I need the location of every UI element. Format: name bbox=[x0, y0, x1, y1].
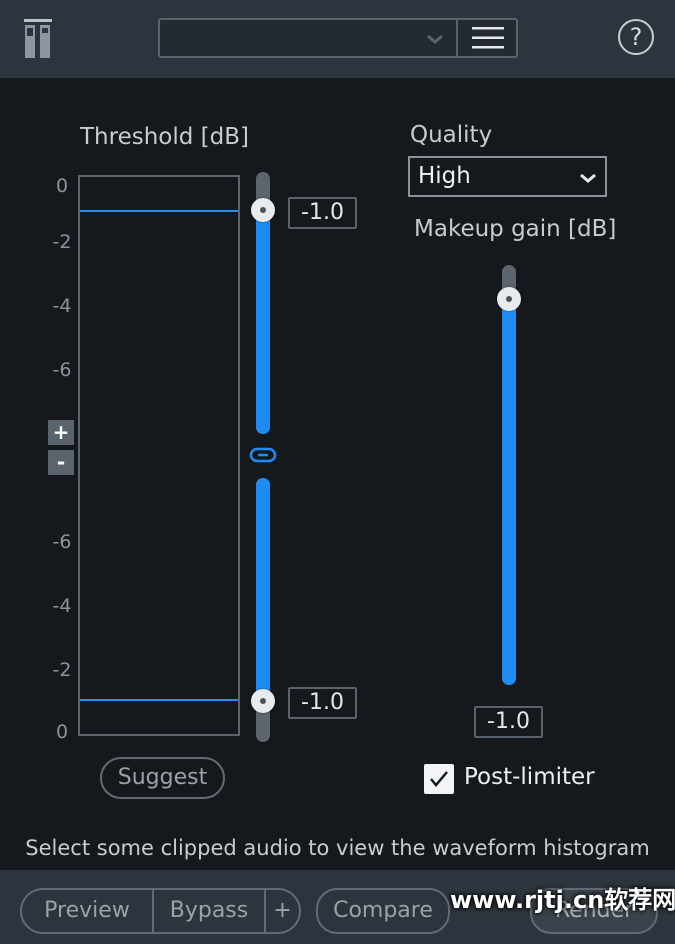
tick-label: -4 bbox=[52, 595, 72, 617]
add-button[interactable]: + bbox=[266, 888, 299, 934]
histogram-hint: Select some clipped audio to view the wa… bbox=[25, 836, 650, 860]
watermark: www.rjtj.cn软荐网 bbox=[450, 886, 675, 914]
quality-selected-value: High bbox=[418, 163, 471, 189]
preview-button[interactable]: Preview bbox=[22, 888, 152, 934]
post-limiter-label[interactable]: Post-limiter bbox=[464, 764, 595, 790]
menu-icon[interactable] bbox=[472, 27, 504, 49]
suggest-button[interactable]: Suggest bbox=[100, 757, 225, 799]
preset-divider bbox=[456, 18, 458, 58]
upper-threshold-line bbox=[80, 210, 238, 212]
preset-dropdown[interactable] bbox=[158, 18, 518, 58]
chevron-down-icon bbox=[580, 173, 596, 183]
link-icon[interactable] bbox=[249, 447, 277, 463]
lower-threshold-fill bbox=[256, 478, 270, 700]
tick-label: -2 bbox=[52, 659, 72, 681]
help-icon[interactable]: ? bbox=[618, 19, 654, 55]
quality-title: Quality bbox=[410, 122, 493, 148]
lower-threshold-handle[interactable] bbox=[251, 689, 275, 713]
app-logo-icon bbox=[24, 19, 52, 58]
makeup-gain-handle[interactable] bbox=[497, 287, 521, 311]
upper-threshold-fill bbox=[256, 210, 270, 434]
tick-label: 0 bbox=[55, 175, 69, 197]
lower-threshold-line bbox=[80, 699, 238, 701]
post-limiter-checkbox[interactable] bbox=[424, 764, 454, 794]
zoom-in-button[interactable]: + bbox=[48, 420, 74, 445]
bypass-button[interactable]: Bypass bbox=[154, 888, 264, 934]
tick-label: -6 bbox=[52, 531, 72, 553]
tick-label: 0 bbox=[55, 721, 69, 743]
tick-label: -4 bbox=[52, 295, 72, 317]
makeup-gain-value[interactable]: -1.0 bbox=[474, 706, 543, 738]
zoom-out-button[interactable]: - bbox=[48, 450, 74, 475]
checkmark-icon bbox=[430, 771, 448, 787]
waveform-histogram[interactable] bbox=[78, 175, 240, 736]
upper-threshold-handle[interactable] bbox=[251, 198, 275, 222]
tick-label: -2 bbox=[52, 231, 72, 253]
makeup-gain-title: Makeup gain [dB] bbox=[414, 216, 617, 242]
threshold-title: Threshold [dB] bbox=[80, 124, 249, 150]
upper-threshold-value[interactable]: -1.0 bbox=[288, 197, 357, 229]
chevron-down-icon[interactable] bbox=[423, 27, 447, 51]
lower-threshold-value[interactable]: -1.0 bbox=[288, 687, 357, 719]
compare-button[interactable]: Compare bbox=[316, 888, 450, 934]
tick-label: -6 bbox=[52, 359, 72, 381]
makeup-gain-fill bbox=[502, 298, 516, 685]
